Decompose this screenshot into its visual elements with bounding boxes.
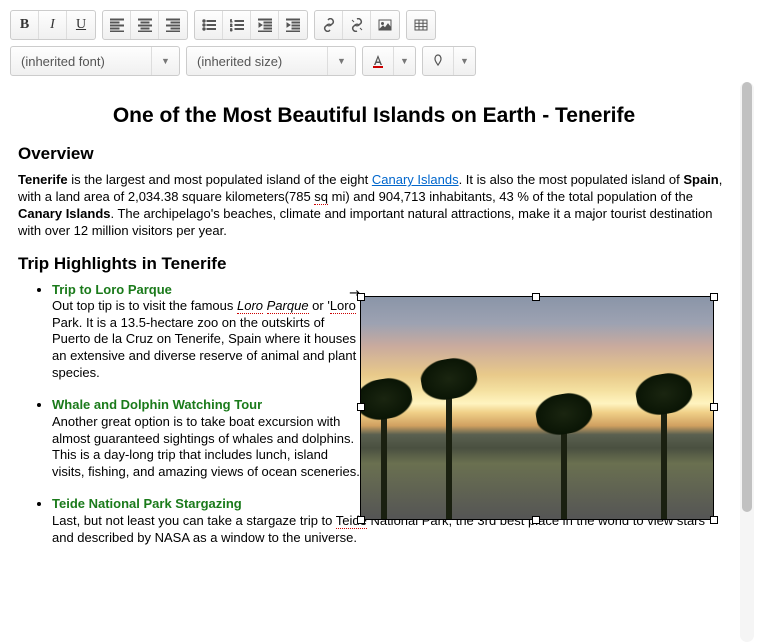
scrollbar-thumb[interactable] [742,82,752,512]
editor-viewport: One of the Most Beautiful Islands on Ear… [10,82,754,642]
canary-islands-bold: Canary Islands [18,206,111,221]
table-group [406,10,436,40]
overview-heading: Overview [18,144,730,164]
resize-handle-nw[interactable] [357,293,365,301]
align-right-icon [166,18,180,32]
page-title: One of the Most Beautiful Islands on Ear… [18,104,730,128]
bold-button[interactable]: B [11,11,39,39]
insert-group [314,10,400,40]
resize-handle-sw[interactable] [357,516,365,524]
image-button[interactable] [371,11,399,39]
resize-handle-n[interactable] [532,293,540,301]
canary-islands-link[interactable]: Canary Islands [372,172,459,187]
ordered-list-button[interactable]: 123 [223,11,251,39]
spell-error: sq [314,189,328,205]
indent-button[interactable] [279,11,307,39]
highlight-color-main[interactable] [423,47,453,75]
toolbar-row-2: (inherited font) ▼ (inherited size) ▼ ▼ … [10,46,754,76]
unordered-list-button[interactable] [195,11,223,39]
highlight-icon [431,54,445,68]
outdent-icon [258,18,272,32]
chevron-down-icon[interactable]: ▼ [327,47,355,75]
rich-text-editor: B I U 123 [0,0,764,643]
text-color-icon [371,54,385,68]
italic-button[interactable]: I [39,11,67,39]
ordered-list-icon: 123 [230,18,244,32]
align-left-icon [110,18,124,32]
font-family-label: (inherited font) [11,54,151,69]
chevron-down-icon[interactable]: ▼ [151,47,179,75]
font-size-dropdown[interactable]: (inherited size) ▼ [186,46,356,76]
text-style-group: B I U [10,10,96,40]
unlink-icon [350,18,364,32]
resize-handle-w[interactable] [357,403,365,411]
resize-handle-s[interactable] [532,516,540,524]
unlink-button[interactable] [343,11,371,39]
image-icon [378,18,392,32]
spell-error: Loro [237,298,263,314]
unordered-list-icon [202,18,216,32]
align-center-icon [138,18,152,32]
align-center-button[interactable] [131,11,159,39]
underline-button[interactable]: U [67,11,95,39]
text-color-button: ▼ [362,46,416,76]
outdent-button[interactable] [251,11,279,39]
highlights-heading: Trip Highlights in Tenerife [18,254,730,274]
resize-handle-e[interactable] [710,403,718,411]
underline-icon: U [76,17,86,33]
alignment-group [102,10,188,40]
highlight-color-button: ▼ [422,46,476,76]
item-title: Teide National Park Stargazing [52,496,242,511]
text-color-main[interactable] [363,47,393,75]
chevron-down-icon[interactable]: ▼ [453,47,475,75]
link-button[interactable] [315,11,343,39]
indent-icon [286,18,300,32]
inserted-image-selected[interactable]: ↘ [360,296,714,520]
toolbar-row-1: B I U 123 [10,10,754,40]
tenerife-sunset-image [361,297,713,519]
italic-icon: I [50,17,55,33]
item-title: Trip to Loro Parque [52,282,172,297]
align-right-button[interactable] [159,11,187,39]
spell-error: Loro [330,298,356,314]
spell-error: Parque [267,298,309,314]
font-family-dropdown[interactable]: (inherited font) ▼ [10,46,180,76]
align-left-button[interactable] [103,11,131,39]
item-title: Whale and Dolphin Watching Tour [52,397,262,412]
svg-text:3: 3 [230,27,233,32]
vertical-scrollbar[interactable] [740,82,754,642]
overview-paragraph: Tenerife is the largest and most populat… [18,172,730,240]
table-icon [414,18,428,32]
spain-bold: Spain [683,172,718,187]
resize-handle-ne[interactable] [710,293,718,301]
list-indent-group: 123 [194,10,308,40]
link-icon [322,18,336,32]
bold-icon: B [20,17,29,33]
resize-handle-se[interactable] [710,516,718,524]
editor-content[interactable]: One of the Most Beautiful Islands on Ear… [10,82,738,642]
tenerife-bold: Tenerife [18,172,68,187]
chevron-down-icon[interactable]: ▼ [393,47,415,75]
table-button[interactable] [407,11,435,39]
font-size-label: (inherited size) [187,54,327,69]
